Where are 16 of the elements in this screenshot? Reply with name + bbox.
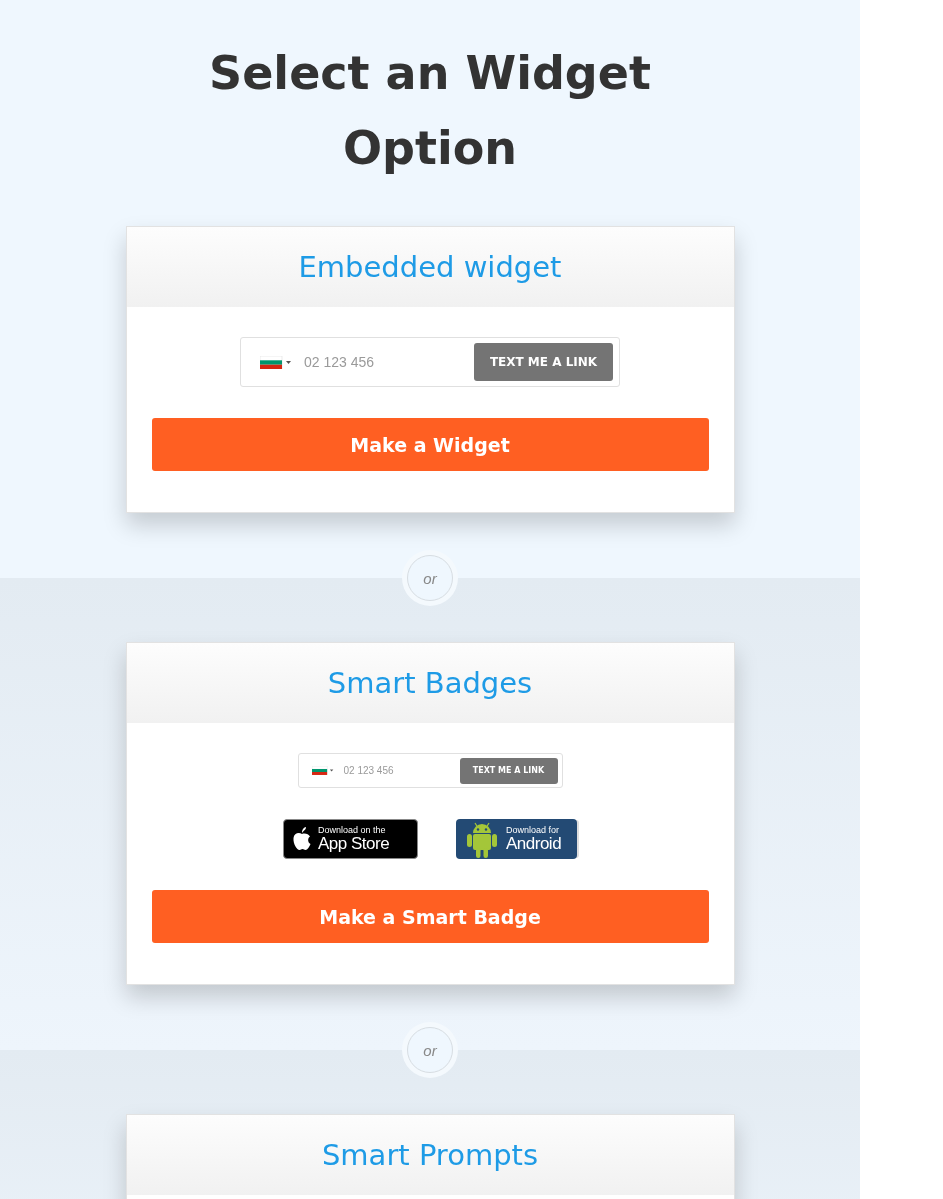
page-heading: Select an Widget Option	[208, 45, 652, 177]
card-title: Smart Badges	[327, 666, 533, 700]
make-button[interactable]: Make a Widget	[151, 418, 709, 471]
phone-input[interactable]: 02 123 456	[302, 353, 474, 371]
flag-dropdown-icon[interactable]	[311, 766, 334, 775]
phone-input[interactable]: 02 123 456	[341, 764, 460, 777]
card-title: Embedded widget	[298, 250, 562, 284]
text-me-a-link-button[interactable]: TEXT ME A LINK	[459, 757, 558, 784]
robot-icon	[464, 820, 500, 858]
text-me-a-link-button[interactable]: TEXT ME A LINK	[474, 343, 613, 381]
android-badge[interactable]: Download for Android	[456, 819, 577, 859]
flag-dropdown-icon[interactable]	[260, 355, 292, 369]
make-button[interactable]: Make a Smart Badge	[151, 890, 709, 943]
app-store-badge[interactable]: Download on the App Store	[283, 819, 418, 859]
card-title: Smart Prompts	[321, 1138, 539, 1172]
apple-icon	[292, 827, 312, 851]
